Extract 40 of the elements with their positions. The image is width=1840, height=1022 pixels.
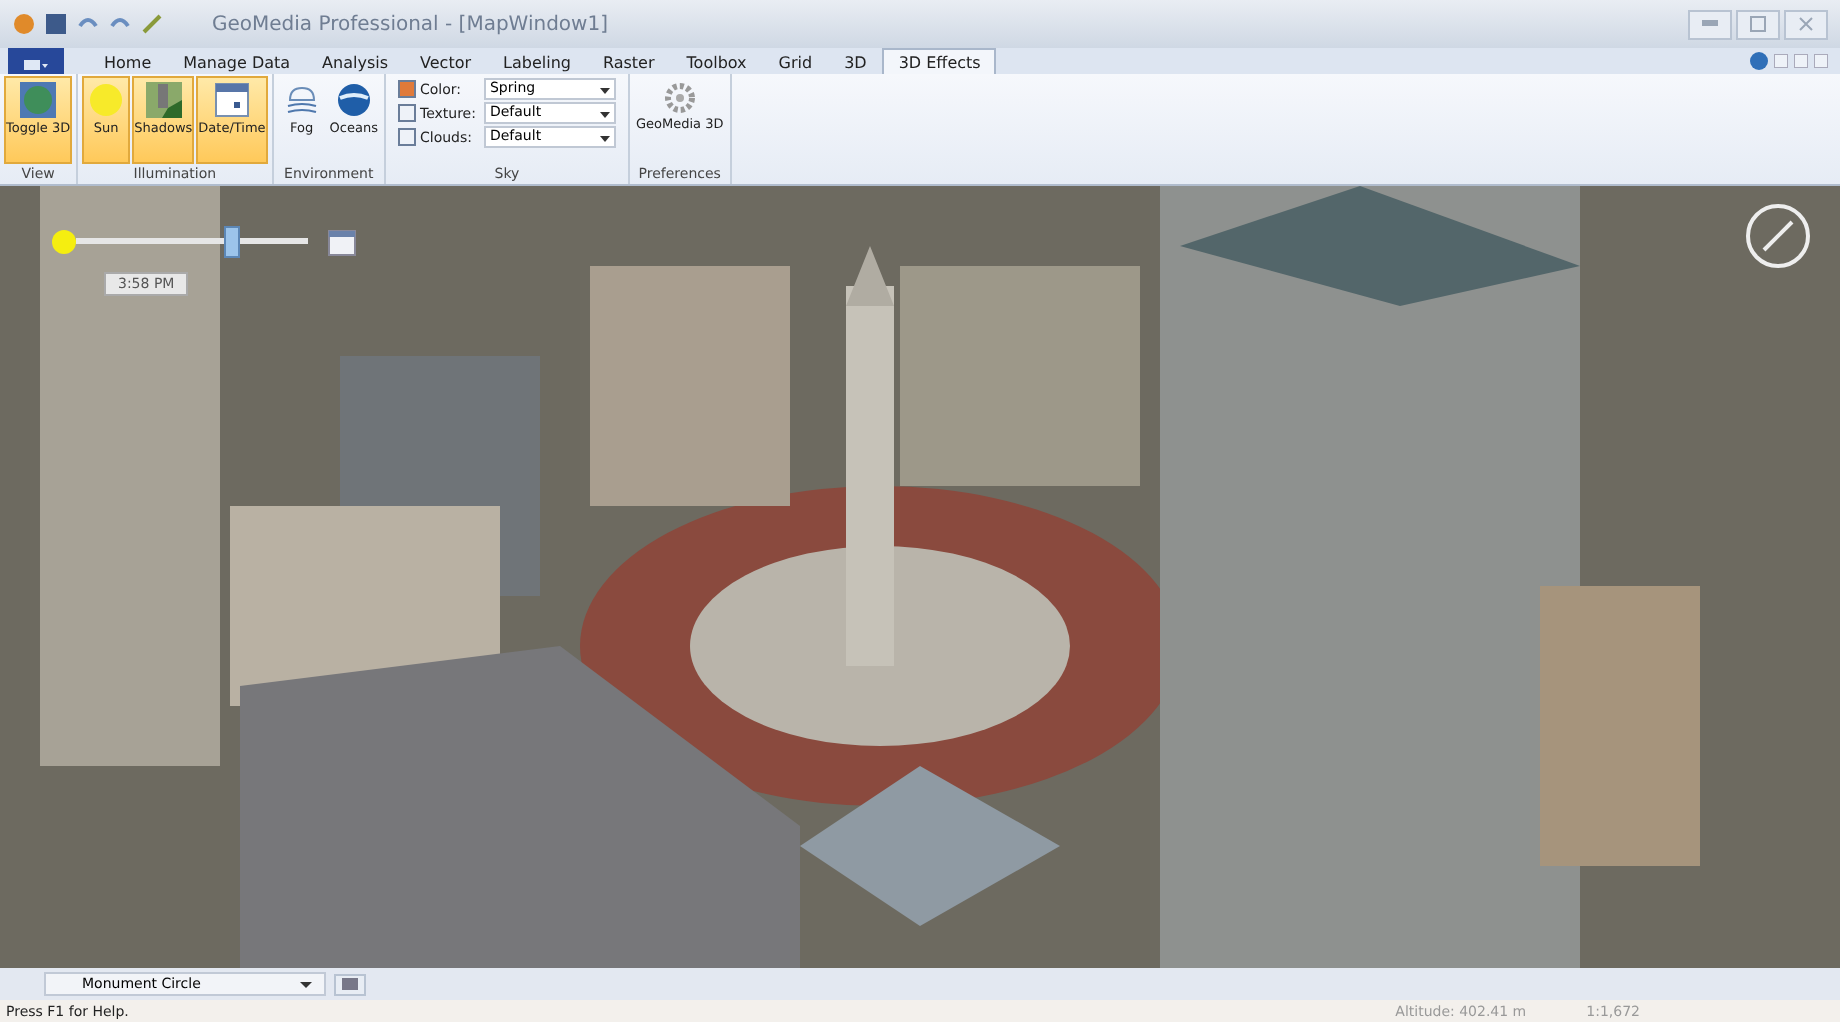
calendar-icon (213, 82, 250, 118)
ribbon-tab[interactable]: 3D (828, 48, 883, 74)
menu-icon (24, 60, 48, 72)
minimize-icon[interactable] (1774, 54, 1788, 68)
ribbon-tab[interactable]: Home (88, 48, 168, 74)
ribbon-tab[interactable]: Analysis (306, 48, 405, 74)
ribbon-tab[interactable]: 3D Effects (882, 48, 997, 74)
camera-button[interactable] (334, 973, 366, 995)
swatch-icon (397, 128, 416, 146)
ribbon-tab[interactable]: Labeling (487, 48, 587, 74)
close-icon (1798, 16, 1814, 32)
swatch-icon (397, 104, 416, 122)
slider-thumb[interactable] (224, 226, 241, 258)
help-icon[interactable] (1750, 52, 1768, 70)
building-shadow-icon (145, 82, 182, 118)
save-icon[interactable] (44, 12, 68, 36)
gear-icon (663, 82, 696, 114)
app-logo-icon (12, 12, 36, 36)
sun-icon (52, 230, 76, 254)
ribbon-tab[interactable]: Toolbox (670, 48, 763, 74)
sun-icon (88, 82, 125, 118)
globe-icon (20, 82, 57, 118)
ribbon-tab[interactable]: Grid (762, 48, 829, 74)
compass-icon[interactable] (1744, 202, 1812, 270)
swatch-icon (397, 80, 416, 98)
window-title: GeoMedia Professional - [MapWindow1] (212, 13, 608, 35)
close-button[interactable] (1784, 9, 1828, 39)
ribbon-tab[interactable]: Vector (404, 48, 488, 74)
ribbon-tab[interactable]: Manage Data (167, 48, 307, 74)
ribbon-tab[interactable]: Raster (586, 48, 671, 74)
minimize-icon (1702, 20, 1718, 28)
maximize-icon (1750, 16, 1766, 32)
app-menu-button[interactable] (8, 48, 64, 74)
close-icon[interactable] (1814, 54, 1828, 68)
calendar-icon[interactable] (328, 229, 356, 255)
restore-icon[interactable] (1794, 54, 1808, 68)
cloud-icon (283, 82, 320, 118)
maximize-button[interactable] (1736, 9, 1780, 39)
minimize-button[interactable] (1688, 9, 1732, 39)
ocean-icon (335, 82, 372, 118)
